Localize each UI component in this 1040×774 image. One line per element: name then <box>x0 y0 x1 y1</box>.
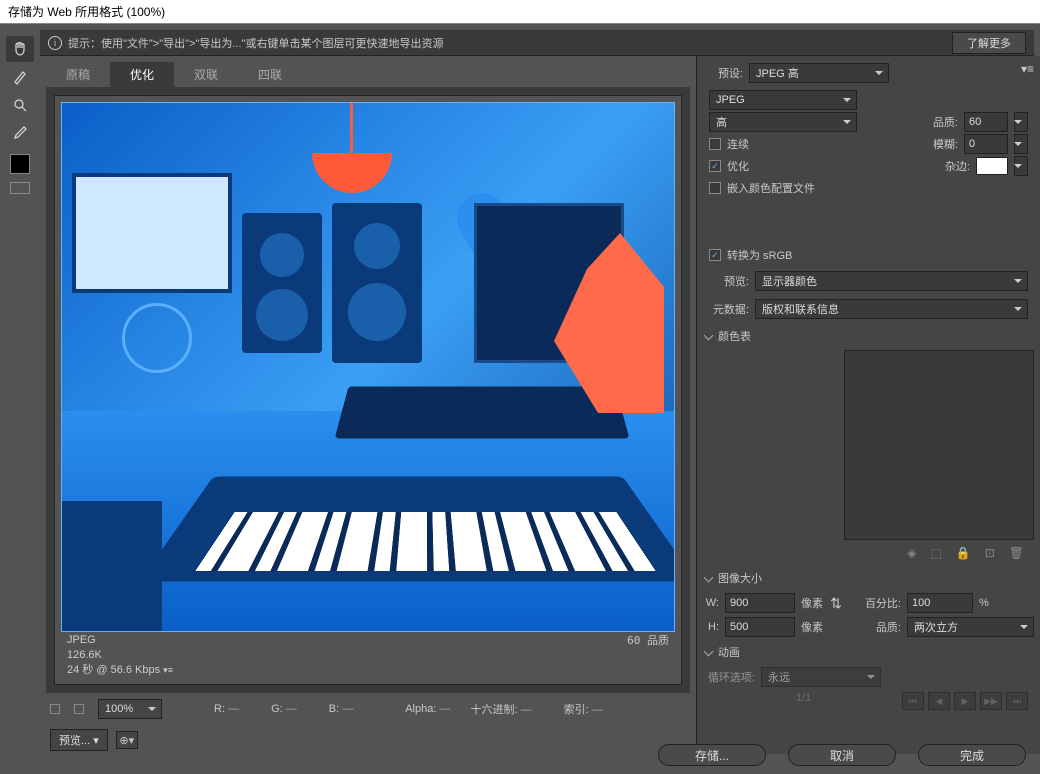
tab-four-up[interactable]: 四联 <box>238 62 302 87</box>
animation-header[interactable]: 动画 <box>703 640 1034 664</box>
eyedropper-tool[interactable] <box>6 120 34 146</box>
percent-label: 百分比: <box>849 595 901 611</box>
slice-tool[interactable] <box>6 64 34 90</box>
nav-box-1[interactable] <box>50 704 60 714</box>
embed-profile-checkbox[interactable] <box>709 182 721 194</box>
panel-menu-icon[interactable]: ▾≡ <box>1021 62 1034 76</box>
preview-frame: JPEG 126.6K 24 秒 @ 56.6 Kbps ▾≡ 60 品质 <box>54 95 682 685</box>
preview-info: JPEG 126.6K 24 秒 @ 56.6 Kbps ▾≡ <box>67 633 173 678</box>
convert-srgb-checkbox[interactable] <box>709 249 721 261</box>
progressive-checkbox[interactable] <box>709 138 721 150</box>
loop-select: 永远 <box>761 667 881 687</box>
anim-first: ⏮ <box>902 692 924 710</box>
window-title: 存储为 Web 所用格式 (100%) <box>0 0 1040 24</box>
tool-strip <box>0 30 40 196</box>
height-label: H: <box>703 621 719 633</box>
preset-label: 预设: <box>703 65 743 81</box>
tip-bar: i 提示：使用"文件">"导出">"导出为..."或右键单击某个图层可更快速地导… <box>40 30 1034 56</box>
ct-lock-icon[interactable]: 🔒 <box>956 546 971 560</box>
status-bar: 100% R: — G: — B: — Alpha: — 十六进制: — 索引:… <box>46 693 690 725</box>
color-table-header[interactable]: 颜色表 <box>703 324 1034 348</box>
learn-more-button[interactable]: 了解更多 <box>952 32 1026 54</box>
tab-two-up[interactable]: 双联 <box>174 62 238 87</box>
view-tabs: 原稿 优化 双联 四联 <box>46 62 690 87</box>
progressive-label: 连续 <box>727 136 749 152</box>
settings-panel: ▾≡ 预设: JPEG 高 JPEG 高 品质: 连续 模糊: <box>696 56 1040 754</box>
anim-prev: ◀ <box>928 692 950 710</box>
matte-swatch[interactable] <box>976 157 1008 175</box>
zoom-tool[interactable] <box>6 92 34 118</box>
browser-preview-icon[interactable]: ⊕▾ <box>116 731 138 749</box>
quality-preset-select[interactable]: 高 <box>709 112 857 132</box>
nav-box-2[interactable] <box>74 704 84 714</box>
quality-input[interactable] <box>964 112 1008 132</box>
width-label: W: <box>703 597 719 609</box>
resample-select[interactable]: 两次立方 <box>907 617 1034 637</box>
foreground-swatch[interactable] <box>10 154 30 174</box>
convert-srgb-label: 转换为 sRGB <box>727 247 792 263</box>
anim-play: ▶ <box>954 692 976 710</box>
resample-quality-label: 品质: <box>849 619 901 635</box>
preview-quality: 60 品质 <box>627 632 669 648</box>
quality-label: 品质: <box>918 114 958 130</box>
preset-select[interactable]: JPEG 高 <box>749 63 889 83</box>
hand-tool[interactable] <box>6 36 34 62</box>
ct-icon-2[interactable]: ⬚ <box>930 546 941 560</box>
toggle-swatch[interactable] <box>10 182 30 194</box>
percent-input[interactable] <box>907 593 973 613</box>
matte-label: 杂边: <box>930 158 970 174</box>
zoom-select[interactable]: 100% <box>98 699 162 719</box>
color-table <box>844 350 1034 540</box>
height-input[interactable] <box>725 617 795 637</box>
cancel-button[interactable]: 取消 <box>788 744 896 766</box>
preview-image[interactable] <box>61 102 675 632</box>
format-select[interactable]: JPEG <box>709 90 857 110</box>
blur-label: 模糊: <box>918 136 958 152</box>
metadata-label: 元数据: <box>709 301 749 317</box>
metadata-select[interactable]: 版权和联系信息 <box>755 299 1028 319</box>
tab-optimized[interactable]: 优化 <box>110 62 174 87</box>
blur-input[interactable] <box>964 134 1008 154</box>
ct-icon-1[interactable]: ◈ <box>907 546 916 560</box>
preview-mode-select[interactable]: 显示器颜色 <box>755 271 1028 291</box>
anim-last: ⏭ <box>1006 692 1028 710</box>
embed-profile-label: 嵌入颜色配置文件 <box>727 180 815 196</box>
loop-label: 循环选项: <box>703 669 755 685</box>
ct-trash-icon[interactable]: 🗑 <box>1009 546 1024 560</box>
image-size-header[interactable]: 图像大小 <box>703 566 1034 590</box>
preview-mode-label: 预览: <box>709 273 749 289</box>
optimized-label: 优化 <box>727 158 749 174</box>
optimized-checkbox[interactable] <box>709 160 721 172</box>
width-input[interactable] <box>725 593 795 613</box>
link-icon[interactable]: ⇅ <box>829 595 843 612</box>
color-table-actions: ◈ ⬚ 🔒 ⊡ 🗑 <box>703 542 1034 564</box>
info-icon: i <box>48 36 62 50</box>
dialog-buttons: 存储... 取消 完成 <box>658 744 1026 766</box>
tip-text: 提示：使用"文件">"导出">"导出为..."或右键单击某个图层可更快速地导出资… <box>68 35 443 51</box>
anim-next: ▶▶ <box>980 692 1002 710</box>
done-button[interactable]: 完成 <box>918 744 1026 766</box>
frame-counter: 1/1 <box>709 692 898 710</box>
ct-new-icon[interactable]: ⊡ <box>985 546 995 560</box>
save-button[interactable]: 存储... <box>658 744 766 766</box>
preview-button[interactable]: 预览... ▾ <box>50 729 108 751</box>
tab-original[interactable]: 原稿 <box>46 62 110 87</box>
